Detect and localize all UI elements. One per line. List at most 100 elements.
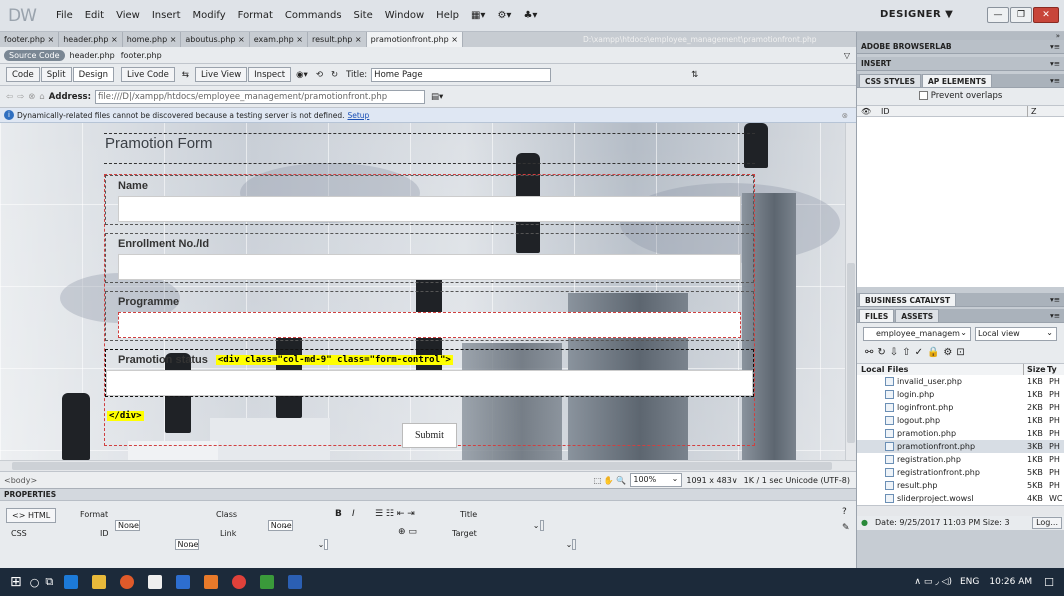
scroll-thumb[interactable] (847, 263, 855, 443)
app-icon[interactable] (204, 575, 219, 589)
home-icon[interactable]: ⌂ (39, 92, 44, 102)
site-select[interactable]: employee_managem (863, 327, 971, 341)
zoom-select[interactable]: 100% (630, 473, 683, 487)
tab-business-catalyst[interactable]: BUSINESS CATALYST (859, 293, 957, 306)
file-item[interactable]: result.php 5KB PH (857, 479, 1064, 492)
file-item[interactable]: sliderproject.wowsl 4KB WC (857, 492, 1064, 505)
class-select[interactable]: None (267, 520, 293, 531)
language-indicator[interactable]: ENG (960, 577, 979, 587)
menu-site[interactable]: Site (354, 10, 373, 21)
tag-selector[interactable]: <body> (4, 476, 37, 485)
type-column[interactable]: Ty (1047, 364, 1057, 375)
related-file-footer[interactable]: footer.php (121, 51, 162, 60)
get-files-icon[interactable]: ⇩ (890, 347, 902, 358)
insert-panel-header[interactable]: INSERT ▾≡ (857, 57, 1064, 71)
dreamweaver-taskbar-icon[interactable] (260, 575, 275, 589)
css-mode-button[interactable]: CSS (6, 527, 32, 542)
stop-icon[interactable]: ⊗ (28, 92, 35, 102)
menu-view[interactable]: View (116, 10, 140, 21)
file-item[interactable]: loginfront.php 2KB PH (857, 401, 1064, 414)
split-view-button[interactable]: Split (40, 67, 72, 82)
window-size[interactable]: 1091 x 483∨ (686, 476, 737, 485)
app-icon[interactable] (176, 575, 191, 589)
scroll-thumb[interactable] (12, 462, 832, 470)
italic-button[interactable]: I (352, 509, 355, 519)
page-title-input[interactable]: Home Page (371, 67, 552, 82)
log-button[interactable]: Log... (1032, 517, 1062, 529)
vertical-scrollbar[interactable] (845, 123, 856, 460)
tab-aboutus[interactable]: aboutus.php × (181, 32, 250, 47)
div-tag-open[interactable]: <div class="col-md-9" class="form-contro… (215, 355, 453, 365)
horizontal-scrollbar[interactable] (0, 460, 856, 471)
task-view-icon[interactable]: ⧉ (45, 575, 53, 589)
design-view-button[interactable]: Design (72, 67, 114, 82)
close-info-icon[interactable]: ⊗ (842, 111, 848, 120)
menu-edit[interactable]: Edit (85, 10, 104, 21)
id-column[interactable]: ID (881, 106, 890, 117)
panel-menu-icon[interactable]: ▾≡ (1050, 57, 1060, 71)
status-input[interactable] (106, 370, 753, 396)
link-input[interactable] (324, 539, 329, 550)
help-icon[interactable]: ? (842, 507, 847, 517)
address-input[interactable]: file:///D|/xampp/htdocs/employee_managem… (95, 89, 426, 104)
panel-menu-icon[interactable]: ▾≡ (1050, 74, 1060, 88)
file-item[interactable]: invalid_user.php 1KB PH (857, 375, 1064, 388)
file-item[interactable]: pramotion.php 1KB PH (857, 427, 1064, 440)
html-mode-button[interactable]: <> HTML (6, 508, 57, 523)
checkin-icon[interactable]: 🔒 (927, 347, 943, 358)
file-item[interactable]: registration.php 1KB PH (857, 453, 1064, 466)
setup-link[interactable]: Setup (347, 111, 369, 120)
tab-exam[interactable]: exam.php × (250, 32, 308, 47)
file-item[interactable]: login.php 1KB PH (857, 388, 1064, 401)
list-buttons-icon[interactable]: ☰ ☷ ⇤ ⇥ (375, 509, 415, 519)
point-to-file-icon[interactable]: ⊕ ▭ (398, 527, 417, 537)
file-item[interactable]: logout.php 1KB PH (857, 414, 1064, 427)
tab-result[interactable]: result.php × (308, 32, 367, 47)
maximize-button[interactable]: ❐ (1010, 7, 1032, 23)
quick-tag-icon[interactable]: ✎ (842, 523, 850, 533)
design-view[interactable]: Pramotion Form Name Enrollment No./Id Pr… (0, 123, 845, 460)
eye-icon[interactable]: 👁 (861, 106, 871, 117)
source-code-button[interactable]: Source Code (4, 49, 65, 61)
refresh-icon[interactable]: ↻ (331, 70, 338, 80)
chrome-icon[interactable] (232, 575, 247, 589)
menu-format[interactable]: Format (238, 10, 273, 21)
menu-insert[interactable]: Insert (152, 10, 181, 21)
refresh-files-icon[interactable]: ↻ (877, 347, 889, 358)
file-management-icon[interactable]: ⇅ (691, 70, 698, 80)
store-icon[interactable] (148, 575, 163, 589)
menu-modify[interactable]: Modify (193, 10, 226, 21)
tray-icons[interactable]: ∧ ▭ ◞ ◁) (914, 577, 952, 587)
name-input[interactable] (118, 196, 741, 222)
clock[interactable]: 10:26 AM (989, 577, 1032, 587)
checkout-icon[interactable]: ✓ (915, 347, 927, 358)
panel-menu-icon[interactable]: ▾≡ (1050, 40, 1060, 54)
target-select[interactable] (572, 539, 577, 550)
tab-assets[interactable]: ASSETS (895, 309, 940, 322)
connect-icon[interactable]: ⚯ (865, 347, 877, 358)
view-select[interactable]: Local view (975, 327, 1057, 341)
file-item[interactable]: registrationfront.php 5KB PH (857, 466, 1064, 479)
prevent-overlaps-checkbox[interactable] (918, 91, 928, 100)
z-column[interactable]: Z (1027, 106, 1036, 117)
format-select[interactable]: None (115, 520, 140, 531)
local-files-column[interactable]: Local Files (861, 364, 908, 375)
preview-icon[interactable]: ⟲ (316, 70, 323, 80)
menu-help[interactable]: Help (436, 10, 459, 21)
tab-header[interactable]: header.php × (59, 32, 123, 47)
sync-icon[interactable]: ⚙ (943, 347, 956, 358)
panel-menu-icon[interactable]: ▾≡ (1050, 309, 1060, 323)
windows-start-icon[interactable]: ⊞ (10, 574, 22, 590)
files-hscrollbar[interactable] (857, 505, 1064, 516)
title-input[interactable] (539, 520, 544, 531)
word-icon[interactable] (288, 575, 303, 589)
workspace-switcher[interactable]: DESIGNER ▼ (880, 9, 953, 20)
minimize-button[interactable]: — (987, 7, 1009, 23)
enrollment-input[interactable] (118, 254, 741, 280)
div-tag-close[interactable]: </div> (107, 411, 144, 421)
expand-icon[interactable]: ⊡ (956, 347, 968, 358)
code-view-button[interactable]: Code (6, 67, 40, 82)
related-file-header[interactable]: header.php (70, 51, 115, 60)
forward-icon[interactable]: ⇨ (17, 92, 24, 102)
tab-footer[interactable]: footer.php × (0, 32, 60, 47)
